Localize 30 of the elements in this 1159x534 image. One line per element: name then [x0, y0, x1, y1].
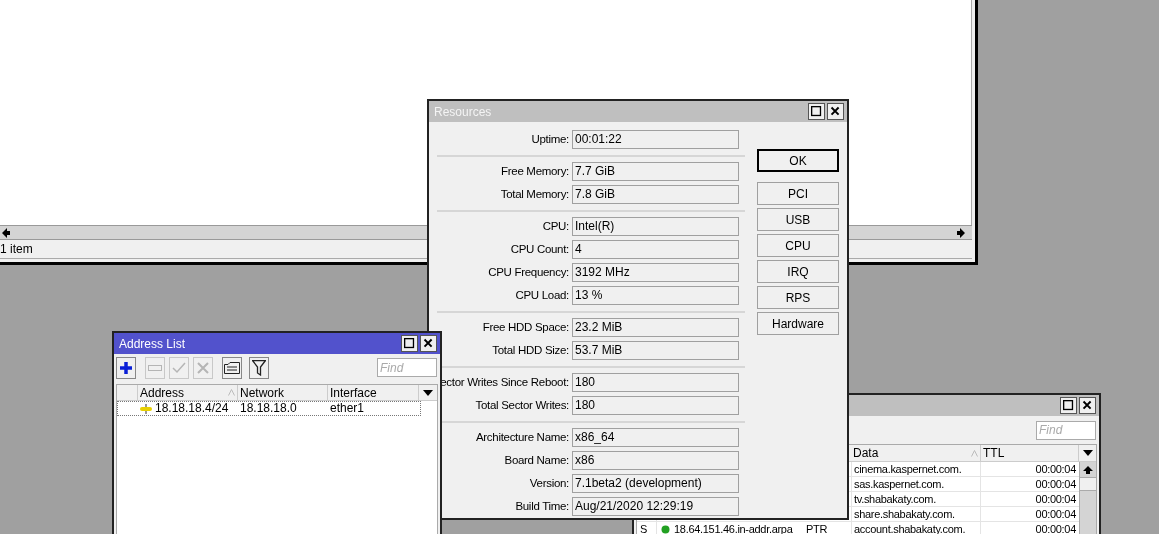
table-cell-text: 18.18.18.0 [239, 402, 298, 415]
field-label: Build Time: [514, 498, 570, 514]
table-cell-text: 00:00:04 [1034, 507, 1077, 521]
field-label: Version: [528, 475, 570, 491]
table-cell: PTR [806, 523, 828, 534]
status-text: 1 item [0, 241, 33, 258]
field-label: Uptime: [530, 131, 570, 147]
table-cell: share.shabakaty.com. [851, 507, 981, 521]
field-label: Architecture Name: [474, 429, 570, 445]
table-cell: sas.kaspernet.com. [851, 477, 981, 491]
table-cell-text: 00:00:04 [1034, 522, 1077, 534]
table-cell-text: 00:00:04 [1034, 477, 1077, 491]
field-label: Total Memory: [499, 186, 570, 202]
table-cell-text: ether1 [329, 402, 366, 415]
field-label: CPU Frequency: [487, 264, 570, 280]
field-label: Free HDD Space: [481, 319, 570, 335]
table-cell: cinema.kaspernet.com. [851, 462, 981, 476]
field-label: CPU Load: [514, 287, 570, 303]
table-cell-text: 00:00:04 [1034, 462, 1077, 476]
table-cell: tv.shabakaty.com. [851, 492, 981, 506]
field-label: CPU: [541, 218, 570, 234]
field-label: Free Memory: [500, 163, 570, 179]
window-title: Address List [118, 335, 186, 353]
table-cell-text: 00:00:04 [1034, 492, 1077, 506]
field-label: Total Sector Writes: [474, 397, 570, 413]
table-cell: 18.18.18.4/24 [155, 402, 229, 415]
field-label: Board Name: [503, 452, 570, 468]
field-label: Total HDD Size: [491, 342, 570, 358]
table-cell: S [640, 523, 648, 534]
field-label: CPU Count: [509, 241, 570, 257]
